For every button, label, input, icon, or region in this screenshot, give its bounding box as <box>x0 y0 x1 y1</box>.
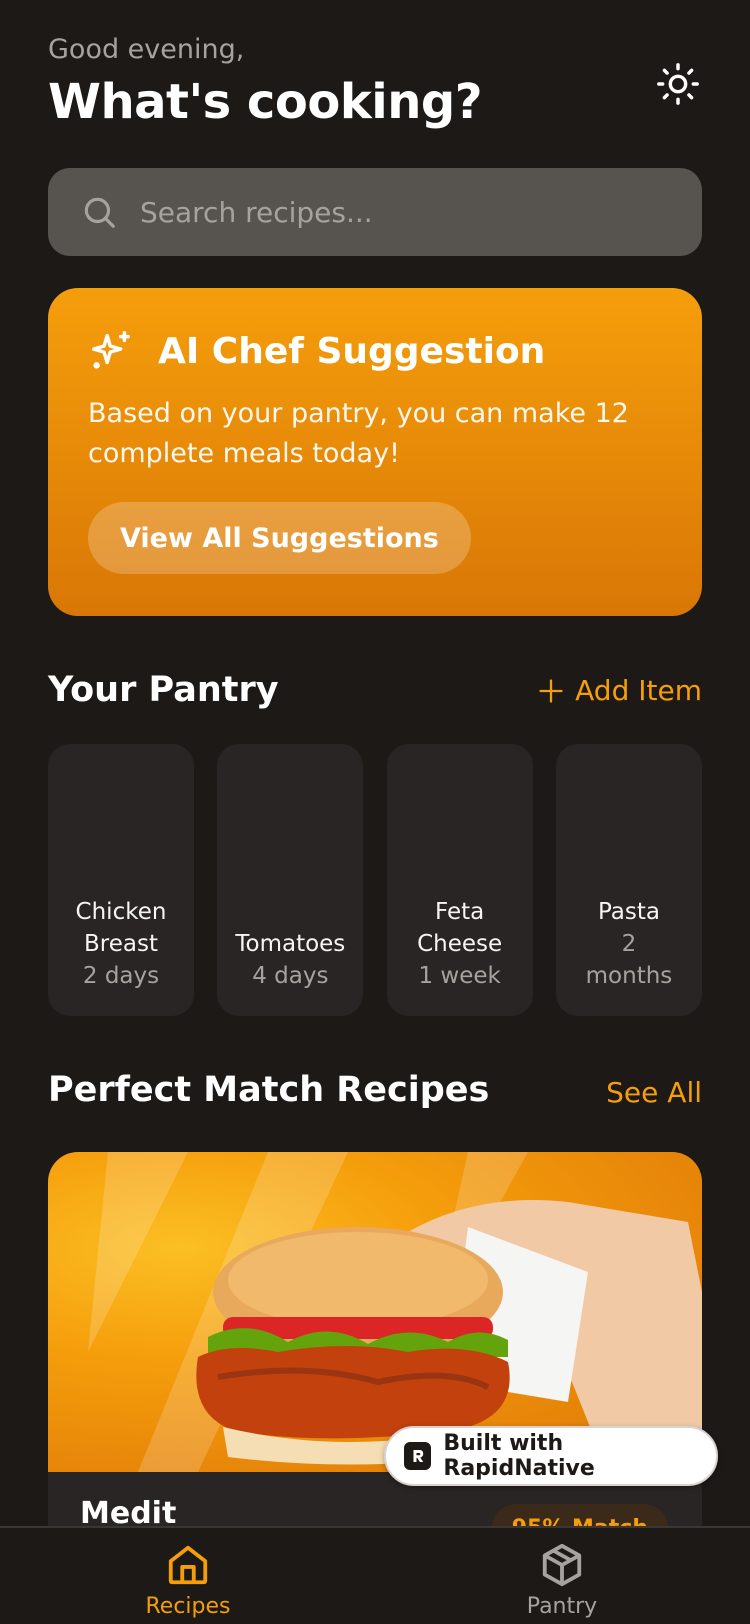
tab-recipes-label: Recipes <box>145 1594 231 1619</box>
ai-card-description: Based on your pantry, you can make 12 co… <box>88 398 629 469</box>
pantry-list: Chicken Breast 2 days Tomatoes 4 days Fe… <box>48 744 702 1016</box>
pantry-item-name: Feta Cheese <box>417 899 503 957</box>
bottom-tab-bar: Recipes Pantry <box>0 1526 750 1624</box>
pantry-section-title: Your Pantry <box>48 670 279 710</box>
tab-pantry-label: Pantry <box>526 1594 598 1619</box>
greeting-text: Good evening, <box>48 34 245 65</box>
recipe-image <box>48 1152 702 1472</box>
chicken-sandwich-photo <box>88 1152 702 1472</box>
sun-icon <box>657 63 699 105</box>
sparkles-icon <box>92 331 130 369</box>
search-input[interactable] <box>140 195 660 229</box>
home-screen: Good evening, What's cooking? AI Chef Su… <box>0 0 750 1624</box>
pantry-item-age: 2 days <box>82 963 160 989</box>
ai-card-header: AI Chef Suggestion <box>88 328 662 374</box>
home-icon <box>168 1545 208 1585</box>
plus-icon <box>539 678 563 703</box>
ai-suggestion-card: AI Chef Suggestion Based on your pantry,… <box>48 288 702 616</box>
page-title: What's cooking? <box>48 74 483 130</box>
pantry-item-card[interactable]: Feta Cheese 1 week <box>386 744 533 1016</box>
tab-pantry[interactable]: Pantry <box>482 1542 642 1619</box>
built-with-label: Built with RapidNative <box>443 1431 595 1481</box>
recipe-card[interactable]: Medit 95% Match <box>48 1152 702 1572</box>
view-all-suggestions-button[interactable]: View All Suggestions <box>88 502 471 574</box>
box-icon <box>542 1543 582 1587</box>
pantry-item-age: 2 months <box>585 931 673 989</box>
pantry-item-name: Pasta <box>597 899 660 925</box>
see-all-link[interactable]: See All <box>606 1076 702 1109</box>
pantry-item-age: 4 days <box>252 963 329 989</box>
pantry-item-name: Tomatoes <box>235 931 346 957</box>
pantry-item-card[interactable]: Chicken Breast 2 days <box>48 744 194 1016</box>
pantry-item-name: Chicken Breast <box>75 899 167 957</box>
ai-card-title: AI Chef Suggestion <box>158 330 546 372</box>
search-bar[interactable] <box>48 168 702 256</box>
rapidnative-logo-icon <box>404 1442 432 1470</box>
add-item-button[interactable]: Add Item <box>537 674 702 707</box>
tab-recipes[interactable]: Recipes <box>108 1542 268 1619</box>
add-item-label: Add Item <box>575 674 702 707</box>
recipes-section-title: Perfect Match Recipes <box>48 1070 490 1110</box>
built-with-badge[interactable]: Built with RapidNative <box>384 1426 718 1486</box>
pantry-item-age: 1 week <box>418 963 501 989</box>
theme-toggle-button[interactable] <box>654 60 702 108</box>
pantry-item-card[interactable]: Pasta 2 months <box>555 744 702 1016</box>
search-icon <box>80 193 118 231</box>
pantry-item-card[interactable]: Tomatoes 4 days <box>217 744 364 1016</box>
